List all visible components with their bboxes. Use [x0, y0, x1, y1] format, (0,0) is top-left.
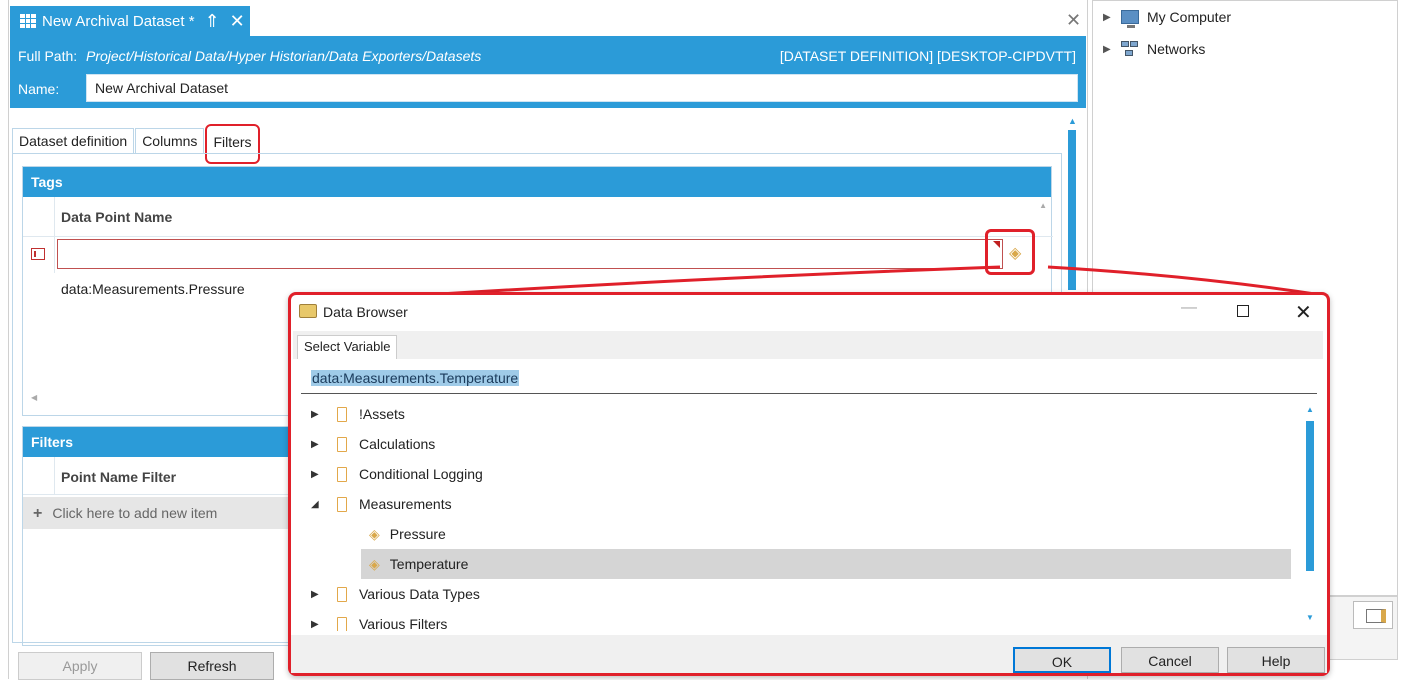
tree-node-my-computer[interactable]: ▶ My Computer — [1103, 9, 1232, 28]
tree-node-label: Networks — [1147, 41, 1206, 57]
expand-icon[interactable]: ▶ — [1103, 44, 1113, 55]
full-path-label: Full Path: — [18, 48, 78, 64]
data-browser-dialog: Data Browser — ✕ Select Variable data:Me… — [288, 292, 1330, 676]
tree-node-measurements[interactable]: ◢ Measurements — [311, 489, 1291, 519]
dialog-footer: OK Cancel Help — [291, 635, 1327, 673]
cancel-button[interactable]: Cancel — [1121, 647, 1219, 673]
plus-icon: + — [33, 505, 43, 522]
add-item-label: Click here to add new item — [52, 505, 218, 521]
tree-node-assets[interactable]: ▶ !Assets — [311, 399, 1291, 429]
document-header: Full Path: Project/Historical Data/Hyper… — [10, 36, 1086, 108]
tags-column-header: Data Point Name — [23, 197, 1053, 237]
help-button[interactable]: Help — [1227, 647, 1325, 673]
scroll-up-icon[interactable]: ▲ — [1306, 405, 1314, 414]
tab-dataset-definition[interactable]: Dataset definition — [12, 128, 135, 154]
scrollbar-thumb[interactable] — [1306, 421, 1314, 571]
folder-icon — [337, 496, 347, 512]
document-tab-title: New Archival Dataset * — [42, 12, 195, 30]
tree-node-networks[interactable]: ▶ Networks — [1103, 41, 1205, 57]
folder-icon — [337, 406, 347, 422]
tag-edit-row[interactable]: ◈ — [23, 229, 1053, 275]
tree-node-conditional-logging[interactable]: ▶ Conditional Logging — [311, 459, 1291, 489]
add-new-item-row[interactable]: + Click here to add new item — [23, 497, 293, 529]
scroll-left-icon[interactable]: ◀ — [31, 393, 37, 402]
filters-section: Filters Point Name Filter + Click here to… — [22, 426, 293, 646]
expand-icon[interactable]: ▶ — [311, 589, 329, 600]
tree-node-label: My Computer — [1147, 9, 1232, 25]
folder-icon — [337, 436, 347, 452]
data-point-name-header[interactable]: Data Point Name — [61, 209, 172, 225]
tree-scrollbar[interactable]: ▲ ▼ — [1305, 405, 1315, 625]
tree-node-label: Temperature — [389, 556, 469, 572]
collapse-icon[interactable]: ◢ — [311, 499, 329, 510]
tree-node-calculations[interactable]: ▶ Calculations — [311, 429, 1291, 459]
tab-columns[interactable]: Columns — [135, 128, 205, 154]
row-header-cell — [23, 457, 55, 495]
close-icon[interactable]: ✕ — [1066, 10, 1081, 31]
tree-node-label: Various Data Types — [359, 586, 480, 602]
row-header-cell — [23, 197, 55, 237]
tree-node-various-filters[interactable]: ▶ Various Filters — [311, 609, 1291, 631]
expand-icon[interactable]: ▶ — [1103, 12, 1113, 23]
dialog-title: Data Browser — [323, 304, 408, 320]
dialog-titlebar[interactable]: Data Browser — ✕ — [291, 295, 1327, 329]
pin-icon[interactable]: ⇑ — [205, 11, 220, 32]
folder-icon — [337, 466, 347, 482]
tree-node-pressure[interactable]: ◈ Pressure — [361, 519, 1291, 549]
tag-name-input[interactable] — [57, 239, 1003, 269]
scrollbar-thumb[interactable] — [1068, 130, 1076, 290]
document-tab[interactable]: New Archival Dataset * ⇑ ✕ — [10, 6, 250, 36]
folder-icon — [299, 304, 317, 318]
tree-node-label: Pressure — [389, 526, 446, 542]
tree-node-label: Various Filters — [359, 616, 448, 631]
panel-toggle-icon[interactable] — [1353, 601, 1393, 629]
expand-icon[interactable]: ▶ — [311, 619, 329, 630]
edit-row-icon — [31, 248, 45, 260]
tree-node-label: Measurements — [359, 496, 452, 512]
table-row[interactable]: data:Measurements.Pressure — [61, 281, 245, 297]
row-header-cell — [23, 237, 55, 273]
selected-variable-field[interactable]: data:Measurements.Temperature — [311, 370, 520, 386]
ok-button[interactable]: OK — [1013, 647, 1111, 673]
variable-tree: ▶ !Assets ▶ Calculations ▶ Conditional Logg… — [301, 399, 1317, 631]
folder-icon — [337, 616, 347, 631]
filters-header: Filters — [23, 427, 291, 457]
network-icon — [1121, 41, 1139, 57]
tree-node-various-data-types[interactable]: ▶ Various Data Types — [311, 579, 1291, 609]
refresh-button[interactable]: Refresh — [150, 652, 274, 680]
scroll-down-icon[interactable]: ▼ — [1306, 613, 1314, 622]
maximize-icon[interactable] — [1237, 305, 1249, 317]
divider — [301, 393, 1317, 394]
point-name-filter-header[interactable]: Point Name Filter — [61, 469, 176, 485]
dialog-tab-strip: Select Variable — [293, 331, 1323, 359]
computer-icon — [1121, 10, 1139, 28]
tree-node-temperature[interactable]: ◈ Temperature — [361, 549, 1291, 579]
tree-node-label: !Assets — [359, 406, 405, 422]
tab-strip: Dataset definition Columns Filters — [12, 124, 261, 164]
tab-close-icon[interactable]: ✕ — [230, 11, 245, 32]
close-icon[interactable]: ✕ — [1295, 300, 1312, 325]
minimize-icon[interactable]: — — [1181, 299, 1197, 317]
expand-icon[interactable]: ▶ — [311, 409, 329, 420]
tree-node-label: Conditional Logging — [359, 466, 483, 482]
scroll-up-icon[interactable]: ▲ — [1068, 116, 1077, 126]
expand-icon[interactable]: ▶ — [311, 469, 329, 480]
dataset-info: [DATASET DEFINITION] [DESKTOP-CIPDVTT] — [779, 48, 1076, 64]
full-path-value: Project/Historical Data/Hyper Historian/… — [86, 48, 482, 64]
tree-node-label: Calculations — [359, 436, 436, 452]
folder-icon — [337, 586, 347, 602]
tab-select-variable[interactable]: Select Variable — [297, 335, 398, 359]
tag-icon: ◈ — [369, 555, 380, 572]
scroll-up-icon[interactable]: ▲ — [1039, 201, 1047, 210]
apply-button[interactable]: Apply — [18, 652, 142, 680]
filters-column-header: Point Name Filter — [23, 457, 293, 495]
tags-header: Tags — [23, 167, 1051, 197]
name-label: Name: — [18, 81, 60, 97]
name-input[interactable] — [86, 74, 1078, 102]
grid-icon — [20, 14, 36, 28]
tag-icon: ◈ — [369, 525, 380, 542]
tag-browse-icon[interactable]: ◈ — [1009, 243, 1021, 263]
expand-icon[interactable]: ▶ — [311, 439, 329, 450]
